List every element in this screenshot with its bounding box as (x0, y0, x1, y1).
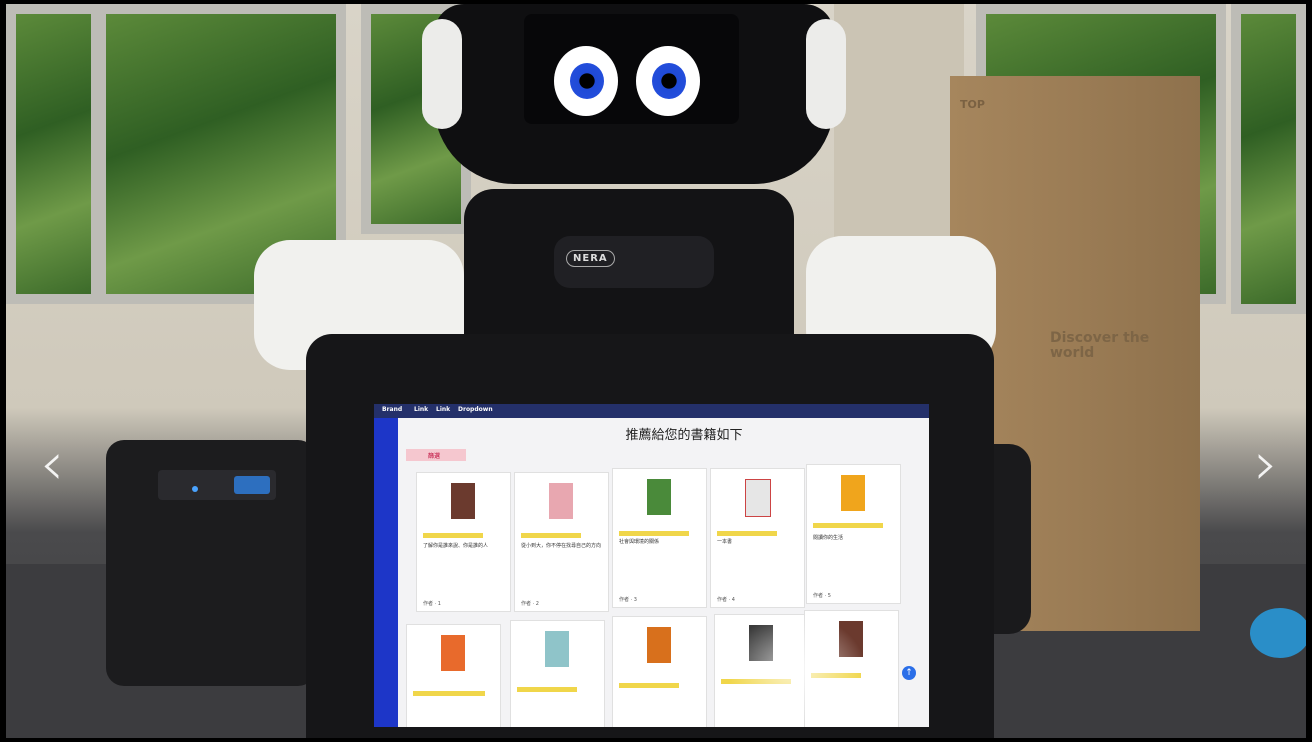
book-card[interactable]: 閱讀你的生活 作者 · 5 (806, 464, 901, 604)
book-cover (441, 635, 465, 671)
category-tag (423, 533, 483, 538)
nav-brand[interactable]: Brand (382, 406, 402, 413)
window-right-2 (1231, 4, 1306, 314)
photo-scene: TOP Discover the world NERA Brand Link L… (6, 4, 1306, 738)
robot-head (422, 4, 846, 184)
arrow-up-icon: ↑ (905, 668, 913, 678)
box-slogan: Discover the world (1050, 330, 1150, 361)
category-tag (521, 533, 581, 538)
blue-stand (1250, 608, 1306, 658)
chevron-left-icon[interactable]: ‹ (40, 429, 64, 499)
category-tag (717, 531, 777, 536)
book-card[interactable] (612, 616, 707, 727)
book-cover (745, 479, 771, 517)
nav-link-1[interactable]: Link (414, 406, 428, 413)
nav-dropdown[interactable]: Dropdown (458, 406, 493, 413)
category-tag (517, 687, 577, 692)
robot-left-ear (422, 19, 462, 129)
nav-link-2[interactable]: Link (436, 406, 450, 413)
light-glare (726, 614, 866, 724)
printer-led (192, 486, 198, 492)
filter-button[interactable]: 篩選 (406, 449, 466, 461)
robot-face-display (524, 14, 739, 124)
scroll-top-button[interactable]: ↑ (902, 666, 916, 680)
category-tag (619, 683, 679, 688)
book-card[interactable] (406, 624, 501, 727)
book-cover (549, 483, 573, 519)
book-card[interactable]: 了解你是誰來說、你是誰的人 作者 · 1 (416, 472, 511, 612)
book-description: 一本書 (717, 539, 733, 545)
book-author: 作者 · 4 (717, 597, 735, 603)
category-tag (813, 523, 883, 528)
book-cover (545, 631, 569, 667)
window-left (6, 4, 101, 304)
robot-right-eye (636, 46, 700, 116)
book-card[interactable]: 從小到大，你不停在找尋自己的方向 作者 · 2 (514, 472, 609, 612)
robot-right-ear (806, 19, 846, 129)
book-cover (647, 627, 671, 663)
book-cover (841, 475, 865, 511)
chevron-right-icon[interactable]: › (1254, 429, 1278, 499)
category-tag (413, 691, 485, 696)
book-description: 了解你是誰來說、你是誰的人 (423, 543, 489, 549)
book-cover (647, 479, 671, 515)
screen-sidebar (374, 418, 398, 727)
printer-logo (234, 476, 270, 494)
screen-navbar: Brand Link Link Dropdown (374, 404, 929, 418)
book-author: 作者 · 2 (521, 601, 539, 607)
book-card[interactable] (510, 620, 605, 727)
book-author: 作者 · 3 (619, 597, 637, 603)
book-author: 作者 · 1 (423, 601, 441, 607)
book-card[interactable]: 一本書 作者 · 4 (710, 468, 805, 608)
robot-left-eye (554, 46, 618, 116)
recommendation-title: 推薦給您的書籍如下 (625, 428, 743, 443)
book-description: 從小到大，你不停在找尋自己的方向 (521, 543, 602, 549)
book-description: 社會與環境的關係 (619, 539, 660, 545)
category-tag (619, 531, 689, 536)
book-cover (451, 483, 475, 519)
camera-brand-label: NERA (566, 250, 615, 267)
receipt-printer (106, 440, 316, 686)
book-card[interactable]: 社會與環境的關係 作者 · 3 (612, 468, 707, 608)
robot-camera: NERA (554, 236, 714, 288)
book-description: 閱讀你的生活 (813, 535, 844, 541)
book-author: 作者 · 5 (813, 593, 831, 599)
filter-label: 篩選 (428, 453, 441, 460)
box-top-label: TOP (960, 98, 985, 111)
